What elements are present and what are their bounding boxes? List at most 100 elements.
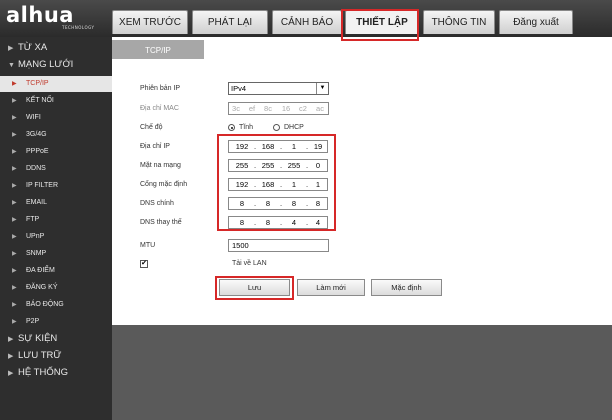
tab-playback[interactable]: PHÁT LẠI xyxy=(192,10,268,34)
chevron-right-icon: ▶ xyxy=(12,302,17,308)
ip-version-select[interactable]: IPv4 ▼ xyxy=(228,82,329,95)
mac-octet: c2 xyxy=(299,104,307,113)
sidebar-item-storage[interactable]: ▶ LƯU TRỮ xyxy=(0,348,112,364)
chevron-right-icon: ▶ xyxy=(12,251,17,257)
mtu-input[interactable]: 1500 xyxy=(228,239,329,252)
refresh-button[interactable]: Làm mới xyxy=(297,279,365,296)
dns-octet[interactable]: 8 xyxy=(231,198,253,209)
dns-secondary-field[interactable]: 8. 8. 4. 4 xyxy=(228,216,328,229)
chevron-right-icon: ▶ xyxy=(12,166,17,172)
sidebar-item-register[interactable]: ▶ ĐĂNG KÝ xyxy=(0,280,112,296)
sidebar: ▶ TỪ XA ▼ MẠNG LƯỚI ▶ TCP/IP ▶ KẾT NỐI ▶ WIFI… xyxy=(0,37,112,420)
gateway-octet[interactable]: 1 xyxy=(307,179,329,190)
subnet-label: Mặt na mạng xyxy=(140,162,181,169)
ip-octet[interactable]: 19 xyxy=(307,141,329,152)
tab-logout[interactable]: Đăng xuất xyxy=(499,10,573,34)
logo-tagline: TECHNOLOGY xyxy=(62,25,95,30)
chevron-right-icon: ▶ xyxy=(8,353,14,360)
dns-octet[interactable]: 8 xyxy=(231,217,253,228)
tab-alarm[interactable]: CẢNH BÁO xyxy=(272,10,342,34)
sidebar-item-label: SNMP xyxy=(26,250,47,257)
mac-field: 3c ef 8c 16 c2 ac xyxy=(228,102,329,115)
sidebar-item-network[interactable]: ▼ MẠNG LƯỚI xyxy=(0,57,112,73)
ip-octet[interactable]: 192 xyxy=(231,141,253,152)
gateway-label: Cổng mặc định xyxy=(140,181,188,188)
dns-octet[interactable]: 4 xyxy=(307,217,329,228)
sidebar-item-ip-filter[interactable]: ▶ IP FILTER xyxy=(0,178,112,194)
dns-octet[interactable]: 8 xyxy=(307,198,329,209)
mtu-label: MTU xyxy=(140,242,156,249)
sidebar-item-email[interactable]: ▶ EMAIL xyxy=(0,195,112,211)
sidebar-item-label: IP FILTER xyxy=(26,182,59,189)
top-bar: alhua TECHNOLOGY XEM TRƯỚC PHÁT LẠI CẢNH… xyxy=(0,0,612,37)
sidebar-item-label: HỆ THỐNG xyxy=(18,367,68,378)
gateway-octet[interactable]: 1 xyxy=(283,179,305,190)
sidebar-item-alarm-center[interactable]: ▶ BÁO ĐỘNG xyxy=(0,297,112,313)
tab-preview[interactable]: XEM TRƯỚC xyxy=(112,10,188,34)
sidebar-item-upnp[interactable]: ▶ UPnP xyxy=(0,229,112,245)
ip-octet[interactable]: 1 xyxy=(283,141,305,152)
subnet-field[interactable]: 255. 255. 255. 0 xyxy=(228,159,328,172)
mac-octet: 8c xyxy=(264,104,272,113)
gateway-field[interactable]: 192. 168. 1. 1 xyxy=(228,178,328,191)
dns-octet[interactable]: 8 xyxy=(257,217,279,228)
default-button[interactable]: Mặc định xyxy=(371,279,442,296)
dns-octet[interactable]: 8 xyxy=(257,198,279,209)
mode-static-radio[interactable] xyxy=(228,124,235,131)
chevron-down-icon: ▼ xyxy=(316,83,328,94)
subnet-octet[interactable]: 255 xyxy=(231,160,253,171)
sidebar-item-tcpip[interactable]: ▶ TCP/IP xyxy=(0,76,112,92)
sidebar-item-label: P2P xyxy=(26,318,40,325)
ip-octet[interactable]: 168 xyxy=(257,141,279,152)
dns-secondary-label: DNS thay thế xyxy=(140,219,182,226)
sidebar-item-remote[interactable]: ▶ TỪ XA xyxy=(0,40,112,56)
sidebar-item-snmp[interactable]: ▶ SNMP xyxy=(0,246,112,262)
ip-version-value: IPv4 xyxy=(231,84,247,93)
sidebar-item-pppoe[interactable]: ▶ PPPoE xyxy=(0,144,112,160)
mode-label: Chế độ xyxy=(140,124,163,131)
sidebar-item-system[interactable]: ▶ HỆ THỐNG xyxy=(0,365,112,381)
sidebar-item-ftp[interactable]: ▶ FTP xyxy=(0,212,112,228)
ip-address-field[interactable]: 192. 168. 1. 19 xyxy=(228,140,328,153)
sidebar-item-label: ĐĂNG KÝ xyxy=(26,284,58,291)
subnet-octet[interactable]: 255 xyxy=(283,160,305,171)
mac-octet: 16 xyxy=(281,104,291,113)
sidebar-item-connection[interactable]: ▶ KẾT NỐI xyxy=(0,93,112,109)
panel-footer-area xyxy=(112,325,612,420)
sidebar-item-3g4g[interactable]: ▶ 3G/4G xyxy=(0,127,112,143)
sidebar-item-p2p[interactable]: ▶ P2P xyxy=(0,314,112,330)
save-button[interactable]: Lưu xyxy=(219,279,290,296)
sidebar-item-event[interactable]: ▶ SỰ KIỆN xyxy=(0,331,112,347)
dns-octet[interactable]: 4 xyxy=(283,217,305,228)
chevron-right-icon: ▶ xyxy=(12,115,17,121)
chevron-right-icon: ▶ xyxy=(12,81,17,87)
sidebar-item-label: TỪ XA xyxy=(18,42,48,53)
sidebar-item-label: TCP/IP xyxy=(26,80,49,87)
chevron-right-icon: ▶ xyxy=(12,234,17,240)
lan-download-checkbox[interactable]: ✔ xyxy=(140,260,148,268)
tab-setup[interactable]: THIẾT LẬP xyxy=(345,10,419,34)
tab-info[interactable]: THÔNG TIN xyxy=(423,10,495,34)
mode-static-label: Tĩnh xyxy=(239,124,254,131)
sidebar-item-label: EMAIL xyxy=(26,199,48,206)
chevron-right-icon: ▶ xyxy=(12,183,17,189)
gateway-octet[interactable]: 192 xyxy=(231,179,253,190)
mode-dhcp-radio[interactable] xyxy=(273,124,280,131)
subnet-octet[interactable]: 0 xyxy=(307,160,329,171)
sidebar-item-multicast[interactable]: ▶ ĐA ĐIỂM xyxy=(0,263,112,279)
sidebar-item-label: LƯU TRỮ xyxy=(18,350,62,361)
sidebar-item-label: UPnP xyxy=(26,233,45,240)
gateway-octet[interactable]: 168 xyxy=(257,179,279,190)
sidebar-item-label: KẾT NỐI xyxy=(26,97,54,104)
sidebar-item-wifi[interactable]: ▶ WIFI xyxy=(0,110,112,126)
chevron-right-icon: ▶ xyxy=(12,268,17,274)
mode-dhcp-label: DHCP xyxy=(284,124,304,131)
dns-octet[interactable]: 8 xyxy=(283,198,305,209)
chevron-right-icon: ▶ xyxy=(8,336,14,343)
lan-download-label: Tải về LAN xyxy=(232,260,267,267)
mac-octet: 3c xyxy=(232,104,240,113)
subnet-octet[interactable]: 255 xyxy=(257,160,279,171)
sidebar-item-ddns[interactable]: ▶ DDNS xyxy=(0,161,112,177)
chevron-right-icon: ▶ xyxy=(12,98,17,104)
dns-primary-field[interactable]: 8. 8. 8. 8 xyxy=(228,197,328,210)
